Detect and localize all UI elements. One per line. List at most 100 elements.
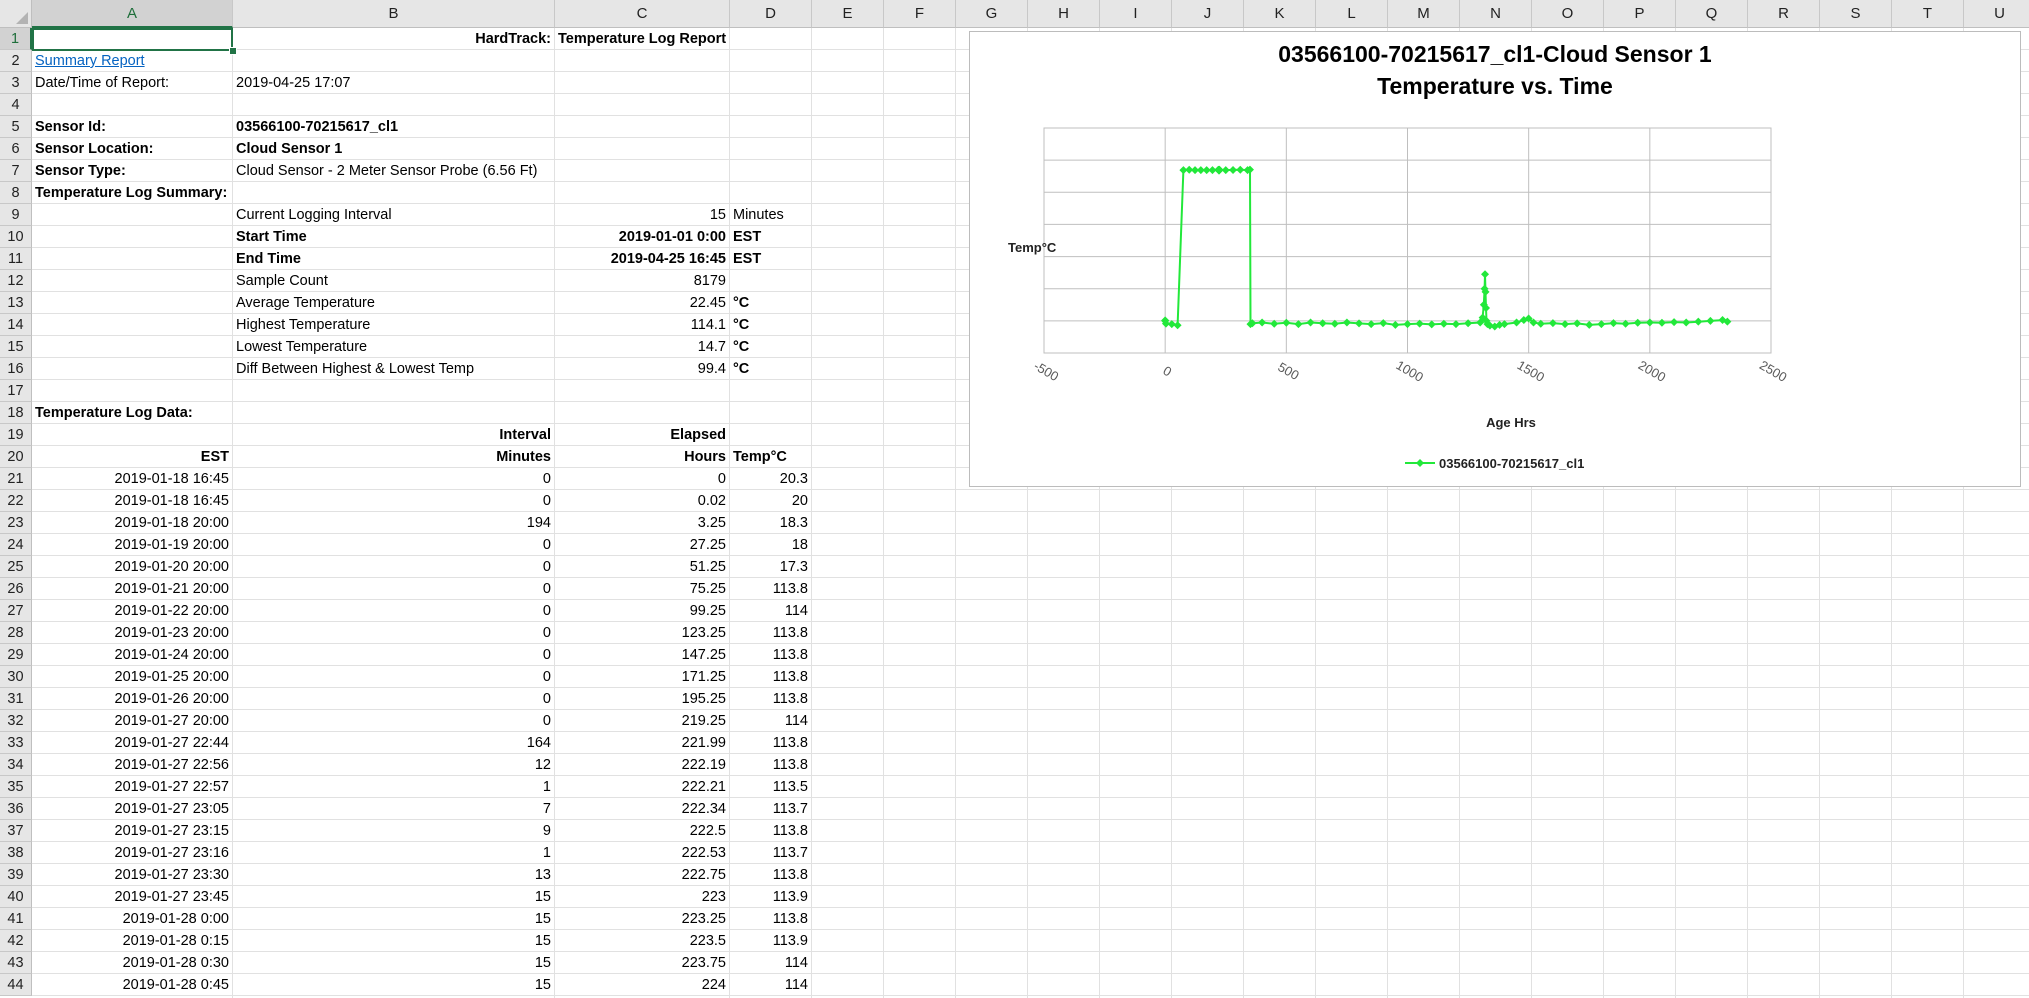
row-header-6[interactable]: 6: [0, 138, 32, 160]
summary-label: End Time: [236, 251, 301, 267]
report-datetime-value: 2019-04-25 17:07: [236, 75, 351, 91]
series-marker: [1682, 318, 1691, 327]
log-cell-interval: 0: [542, 581, 551, 597]
column-header-l[interactable]: L: [1316, 0, 1388, 28]
row-header-37[interactable]: 37: [0, 820, 32, 842]
log-cell-time: 2019-01-27 23:15: [114, 823, 230, 839]
log-cell-elapsed: 147.25: [681, 647, 726, 663]
row-header-25[interactable]: 25: [0, 556, 32, 578]
column-header-n[interactable]: N: [1460, 0, 1532, 28]
series-marker: [1379, 319, 1388, 328]
column-header-d[interactable]: D: [730, 0, 812, 28]
row-header-1[interactable]: 1: [0, 28, 32, 50]
column-header-p[interactable]: P: [1604, 0, 1676, 28]
column-header-j[interactable]: J: [1172, 0, 1244, 28]
row-header-27[interactable]: 27: [0, 600, 32, 622]
column-header-b[interactable]: B: [233, 0, 555, 28]
temp-header: Temp°C: [733, 449, 787, 465]
row-header-42[interactable]: 42: [0, 930, 32, 952]
log-cell-interval: 12: [534, 757, 551, 773]
row-header-43[interactable]: 43: [0, 952, 32, 974]
series-marker: [1221, 166, 1230, 175]
log-cell-temp: 113.8: [772, 625, 808, 641]
summary-label: Start Time: [236, 229, 307, 245]
row-header-29[interactable]: 29: [0, 644, 32, 666]
column-header-q[interactable]: Q: [1676, 0, 1748, 28]
log-cell-temp: 113.8: [772, 911, 808, 927]
log-cell-temp: 113.8: [772, 735, 808, 751]
report-title-label: HardTrack:: [475, 31, 551, 47]
row-header-8[interactable]: 8: [0, 182, 32, 204]
fill-handle[interactable]: [229, 47, 237, 55]
summary-report-link[interactable]: Summary Report: [32, 50, 148, 72]
log-cell-elapsed: 27.25: [689, 537, 726, 553]
row-header-16[interactable]: 16: [0, 358, 32, 380]
row-header-18[interactable]: 18: [0, 402, 32, 424]
row-header-39[interactable]: 39: [0, 864, 32, 886]
row-header-13[interactable]: 13: [0, 292, 32, 314]
row-header-20[interactable]: 20: [0, 446, 32, 468]
row-header-32[interactable]: 32: [0, 710, 32, 732]
column-header-m[interactable]: M: [1388, 0, 1460, 28]
row-header-38[interactable]: 38: [0, 842, 32, 864]
column-header-s[interactable]: S: [1820, 0, 1892, 28]
row-header-44[interactable]: 44: [0, 974, 32, 996]
row-header-40[interactable]: 40: [0, 886, 32, 908]
row-header-31[interactable]: 31: [0, 688, 32, 710]
row-header-28[interactable]: 28: [0, 622, 32, 644]
column-header-i[interactable]: I: [1100, 0, 1172, 28]
row-header-24[interactable]: 24: [0, 534, 32, 556]
row-header-23[interactable]: 23: [0, 512, 32, 534]
select-all-corner[interactable]: [0, 0, 32, 28]
row-header-26[interactable]: 26: [0, 578, 32, 600]
log-cell-time: 2019-01-28 0:45: [122, 977, 229, 993]
sensor-type-value: Cloud Sensor - 2 Meter Sensor Probe (6.5…: [236, 163, 538, 179]
row-header-33[interactable]: 33: [0, 732, 32, 754]
column-header-k[interactable]: K: [1244, 0, 1316, 28]
row-header-3[interactable]: 3: [0, 72, 32, 94]
column-header-u[interactable]: U: [1964, 0, 2029, 28]
row-header-11[interactable]: 11: [0, 248, 32, 270]
row-header-21[interactable]: 21: [0, 468, 32, 490]
row-header-9[interactable]: 9: [0, 204, 32, 226]
row-header-4[interactable]: 4: [0, 94, 32, 116]
column-header-t[interactable]: T: [1892, 0, 1964, 28]
log-cell-interval: 15: [534, 977, 551, 993]
column-header-r[interactable]: R: [1748, 0, 1820, 28]
summary-label: Current Logging Interval: [236, 207, 392, 223]
log-cell-elapsed: 3.25: [697, 515, 726, 531]
series-marker: [1427, 320, 1436, 329]
column-header-f[interactable]: F: [884, 0, 956, 28]
sensor-location-label: Sensor Location:: [35, 141, 154, 157]
row-header-41[interactable]: 41: [0, 908, 32, 930]
row-header-30[interactable]: 30: [0, 666, 32, 688]
column-header-h[interactable]: H: [1028, 0, 1100, 28]
row-header-12[interactable]: 12: [0, 270, 32, 292]
sensor-type-label: Sensor Type:: [35, 163, 126, 179]
column-header-c[interactable]: C: [555, 0, 730, 28]
chart[interactable]: 03566100-70215617_cl1-Cloud Sensor 1 Tem…: [969, 31, 2021, 487]
summary-unit: °C: [733, 295, 750, 311]
log-cell-interval: 0: [542, 493, 551, 509]
row-header-15[interactable]: 15: [0, 336, 32, 358]
row-header-2[interactable]: 2: [0, 50, 32, 72]
series-marker: [1342, 318, 1351, 327]
row-header-22[interactable]: 22: [0, 490, 32, 512]
row-header-36[interactable]: 36: [0, 798, 32, 820]
row-header-35[interactable]: 35: [0, 776, 32, 798]
row-header-10[interactable]: 10: [0, 226, 32, 248]
row-header-5[interactable]: 5: [0, 116, 32, 138]
row-header-34[interactable]: 34: [0, 754, 32, 776]
hours-header: Hours: [684, 449, 726, 465]
log-cell-temp: 113.9: [772, 933, 808, 949]
column-header-g[interactable]: G: [956, 0, 1028, 28]
column-header-e[interactable]: E: [812, 0, 884, 28]
summary-unit: EST: [733, 251, 762, 267]
row-header-17[interactable]: 17: [0, 380, 32, 402]
row-header-19[interactable]: 19: [0, 424, 32, 446]
row-header-14[interactable]: 14: [0, 314, 32, 336]
column-header-o[interactable]: O: [1532, 0, 1604, 28]
log-cell-time: 2019-01-22 20:00: [114, 603, 230, 619]
row-header-7[interactable]: 7: [0, 160, 32, 182]
column-header-a[interactable]: A: [32, 0, 233, 28]
